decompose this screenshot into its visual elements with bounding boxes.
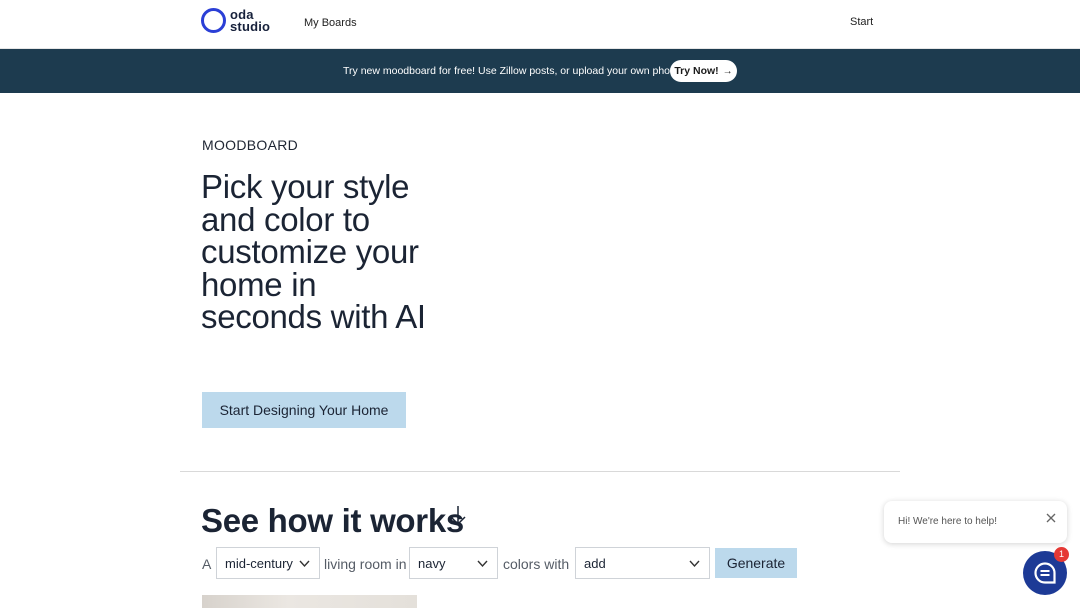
sentence-word-room: living room in [324,556,407,572]
nav-my-boards[interactable]: My Boards [304,17,357,29]
moodboard-preview-image [202,595,417,608]
generate-button[interactable]: Generate [715,548,797,578]
chevron-down-icon [477,560,488,568]
arrow-down-icon [450,506,466,526]
notification-badge: 1 [1054,547,1069,562]
banner-text: Try new moodboard for free! Use Zillow p… [343,65,687,77]
chevron-down-icon [299,560,310,568]
style-select-value: mid-century [225,555,293,571]
how-it-works-title: See how it works [201,502,464,539]
add-select-value: add [584,555,606,571]
section-eyebrow: MOODBOARD [202,137,299,153]
sentence-word-a: A [202,556,212,572]
chat-greeting-bubble[interactable]: Hi! We're here to help! [884,501,1067,543]
arrow-right-icon: → [722,65,733,77]
logo-ring-icon [201,8,226,33]
hero-headline: Pick your style and color to customize y… [201,168,426,335]
color-select[interactable]: navy [409,547,498,579]
section-divider [180,471,900,472]
site-header: oda studio My Boards Start [0,0,1080,49]
nav-start[interactable]: Start [850,16,873,28]
add-select[interactable]: add [575,547,710,579]
style-select[interactable]: mid-century [216,547,320,579]
color-select-value: navy [418,555,446,571]
logo-text-line2: studio [230,18,271,34]
try-now-button[interactable]: Try Now! → [670,60,737,82]
chat-icon [1034,562,1056,584]
chat-greeting-text: Hi! We're here to help! [898,516,997,527]
logo-text: oda studio [230,8,271,34]
try-now-label: Try Now! [674,65,719,77]
start-designing-button[interactable]: Start Designing Your Home [202,392,406,428]
sentence-word-colors: colors with [503,556,570,572]
promo-banner: Try new moodboard for free! Use Zillow p… [0,49,1080,93]
oda-studio-logo[interactable]: oda studio [201,8,270,33]
chevron-down-icon [689,560,700,568]
close-icon[interactable] [1045,512,1057,524]
